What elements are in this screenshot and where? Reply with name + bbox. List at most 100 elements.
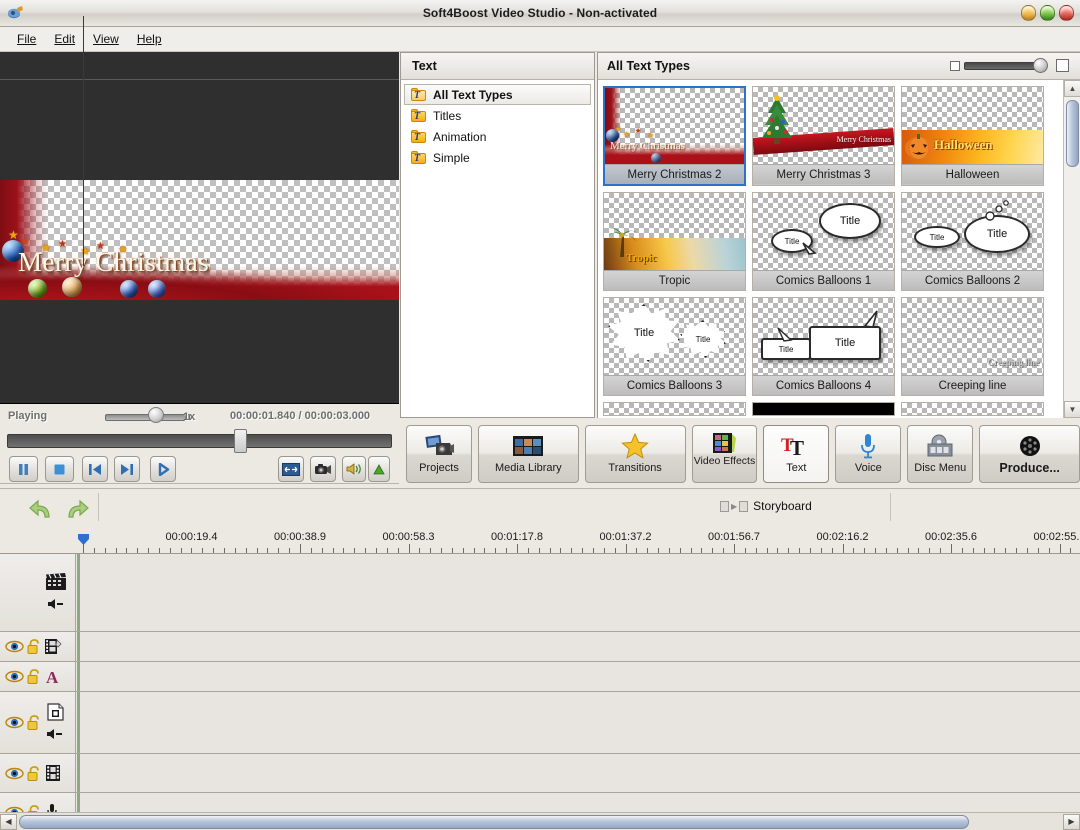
pause-button[interactable] [9, 456, 38, 482]
gallery-tile-partial[interactable] [901, 402, 1044, 416]
lock-icon[interactable] [27, 669, 41, 684]
visibility-eye-icon[interactable] [5, 767, 24, 780]
track-header-video[interactable] [0, 754, 76, 792]
previous-button[interactable] [82, 456, 108, 482]
speed-slider-knob[interactable] [148, 407, 164, 423]
preview-pane[interactable]: ★ ★ ★ ★ ★ ★ ★ Merry Christmas [0, 52, 399, 404]
track-header-image[interactable] [0, 692, 76, 753]
scroll-right-arrow[interactable]: ▶ [1063, 814, 1080, 830]
toolbar-button-voice[interactable]: Voice [835, 425, 901, 483]
track-row[interactable] [0, 632, 1080, 662]
christmas-tree-icon [759, 95, 795, 145]
scroll-down-icon[interactable]: ▼ [1064, 401, 1080, 418]
gallery-tile-tropic[interactable]: Tropic Tropic [603, 192, 746, 291]
gallery-tile-merry-christmas-2[interactable]: ★ ★ ★ ★ Merry Christmas Merry Christmas … [603, 86, 746, 186]
category-item-animation[interactable]: T Animation [404, 126, 591, 147]
track-header-text[interactable]: A [0, 662, 76, 691]
toolbar-button-projects[interactable]: Projects [406, 425, 472, 483]
track-header-main-video[interactable] [0, 554, 76, 631]
gallery-tile-halloween[interactable]: Halloween Halloween [901, 86, 1044, 186]
storyboard-toggle[interactable]: ▶ Storyboard [720, 499, 812, 513]
menu-help[interactable]: Help [128, 29, 171, 49]
ruler-tick [94, 548, 95, 553]
visibility-eye-icon[interactable] [5, 640, 24, 653]
scroll-left-arrow[interactable]: ◀ [0, 814, 17, 830]
gallery-tile-comics-balloons-2[interactable]: Title Title Comics Balloons 2 [901, 192, 1044, 291]
lock-icon[interactable] [27, 766, 41, 781]
seek-bar[interactable] [7, 434, 392, 448]
volume-level-button[interactable] [368, 456, 390, 482]
gallery-scroll-thumb[interactable] [1066, 100, 1079, 167]
gallery-tile-partial[interactable] [752, 402, 895, 416]
toolbar-button-text[interactable]: T T Text [763, 425, 829, 483]
gallery-tile-comics-balloons-1[interactable]: Title Title Comics Balloons 1 [752, 192, 895, 291]
redo-icon [64, 497, 90, 521]
visibility-eye-icon[interactable] [5, 716, 24, 729]
track-lane[interactable] [77, 692, 1080, 753]
ruler-tick [908, 548, 909, 553]
volume-button[interactable] [342, 456, 366, 482]
thumbnail-size-knob[interactable] [1033, 58, 1048, 73]
track-lane[interactable] [77, 754, 1080, 792]
play-button[interactable] [150, 456, 176, 482]
track-lane[interactable] [77, 554, 1080, 631]
minimize-button[interactable] [1021, 5, 1036, 21]
rect-balloon-large: Title [809, 326, 881, 360]
ruler-tick [636, 548, 637, 553]
snapshot-button[interactable] [310, 456, 336, 482]
main-toolbar: Projects Media Library [400, 420, 1080, 488]
fullscreen-button[interactable] [278, 456, 304, 482]
speaker-icon[interactable] [47, 598, 65, 613]
gallery-tile-creeping-line[interactable]: Creeping line Creeping line [901, 297, 1044, 396]
gallery-tile-comics-balloons-4[interactable]: Title Title Comics Balloons 4 [752, 297, 895, 396]
menu-file[interactable]: File [8, 29, 45, 49]
category-item-titles[interactable]: T Titles [404, 105, 591, 126]
close-button[interactable] [1059, 5, 1074, 21]
playhead-line [83, 16, 84, 266]
toolbar-button-produce[interactable]: Produce... [979, 425, 1080, 483]
lock-icon[interactable] [27, 639, 41, 654]
track-row[interactable]: A [0, 662, 1080, 692]
undo-button[interactable] [26, 495, 56, 523]
track-row[interactable] [0, 692, 1080, 754]
track-row[interactable] [0, 554, 1080, 632]
scrollbar-thumb[interactable] [19, 815, 969, 829]
small-thumbnail-icon[interactable] [950, 61, 960, 71]
visibility-eye-icon[interactable] [5, 670, 24, 683]
gallery-tile-comics-balloons-3[interactable]: Title Title Comics Balloons 3 [603, 297, 746, 396]
tile-art-caption: Creeping line [987, 357, 1039, 367]
scroll-up-icon[interactable]: ▲ [1064, 80, 1080, 97]
gallery-scrollbar[interactable]: ▲ ▼ [1063, 80, 1080, 418]
gallery-tile-partial[interactable] [603, 402, 746, 416]
speaker-icon[interactable] [46, 728, 64, 743]
large-thumbnail-icon[interactable] [1056, 59, 1069, 72]
stop-button[interactable] [45, 456, 74, 482]
projects-icon [424, 432, 454, 460]
menu-edit[interactable]: Edit [45, 29, 84, 49]
lock-icon[interactable] [27, 715, 41, 730]
maximize-button[interactable] [1040, 5, 1055, 21]
category-item-all-text-types[interactable]: T All Text Types [404, 84, 591, 105]
scrollbar-track[interactable] [17, 814, 1063, 830]
ruler-tick [191, 548, 192, 553]
toolbar-button-transitions[interactable]: Transitions [585, 425, 686, 483]
timeline-ruler[interactable]: 00:00:19.400:00:38.900:00:58.300:01:17.8… [0, 528, 1080, 554]
next-button[interactable] [114, 456, 140, 482]
timeline-horizontal-scrollbar[interactable]: ◀ ▶ [0, 812, 1080, 830]
track-lane[interactable] [77, 662, 1080, 691]
redo-button[interactable] [62, 495, 92, 523]
toolbar-button-video-effects[interactable]: Video Effects [692, 425, 758, 483]
menu-view[interactable]: View [84, 29, 128, 49]
ruler-tick [723, 548, 724, 553]
seek-bar-handle[interactable] [234, 429, 247, 453]
ruler-tick [354, 548, 355, 553]
track-lane[interactable] [77, 632, 1080, 661]
gallery-tile-merry-christmas-3[interactable]: Merry Christmas Merry Christmas 3 [752, 86, 895, 186]
track-header-overlay[interactable] [0, 632, 76, 661]
category-item-simple[interactable]: T Simple [404, 147, 591, 168]
track-row[interactable] [0, 754, 1080, 793]
toolbar-button-media-library[interactable]: Media Library [478, 425, 579, 483]
ornament-blue2-icon [651, 153, 661, 163]
toolbar-button-disc-menu[interactable]: Disc Menu [907, 425, 973, 483]
ruler-label: 00:00:19.4 [166, 531, 218, 543]
